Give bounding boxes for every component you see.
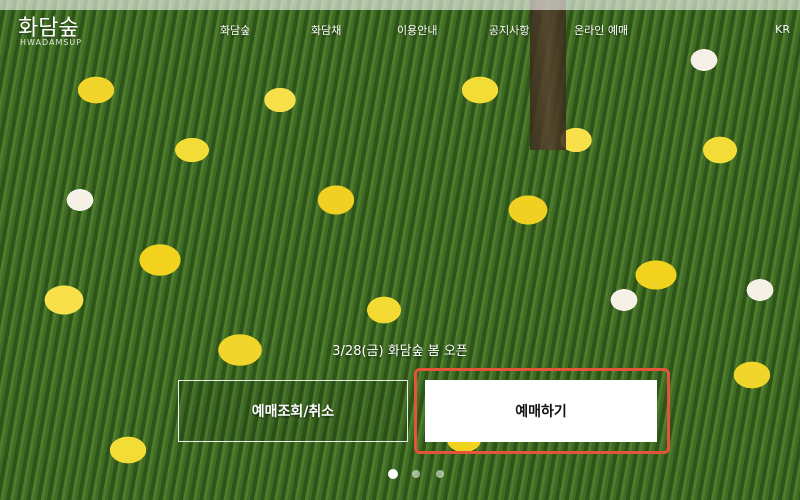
nav-item-notice[interactable]: 공지사항 xyxy=(489,22,529,38)
slide-indicator xyxy=(388,469,448,482)
slide-dot-1[interactable] xyxy=(388,469,398,479)
booking-lookup-cancel-button[interactable]: 예매조회/취소 xyxy=(178,380,408,442)
nav-item-hwadamsup[interactable]: 화담숲 xyxy=(220,22,250,38)
language-selector[interactable]: KR xyxy=(775,23,790,36)
nav-item-hwadamchae[interactable]: 화담채 xyxy=(311,22,341,38)
site-header: 화담숲 HWADAMSUP 화담숲 화담채 이용안내 공지사항 온라인 예매 K… xyxy=(0,0,800,60)
slide-dot-3[interactable] xyxy=(436,470,444,478)
nav-item-online-booking[interactable]: 온라인 예매 xyxy=(574,22,628,38)
main-nav: 화담숲 화담채 이용안내 공지사항 온라인 예매 xyxy=(0,22,800,42)
book-now-button[interactable]: 예매하기 xyxy=(425,380,657,442)
slide-dot-2[interactable] xyxy=(412,470,420,478)
nav-item-usage-info[interactable]: 이용안내 xyxy=(397,22,437,38)
hero-subtitle: 3/28(금) 화담숲 봄 오픈 xyxy=(332,344,468,359)
